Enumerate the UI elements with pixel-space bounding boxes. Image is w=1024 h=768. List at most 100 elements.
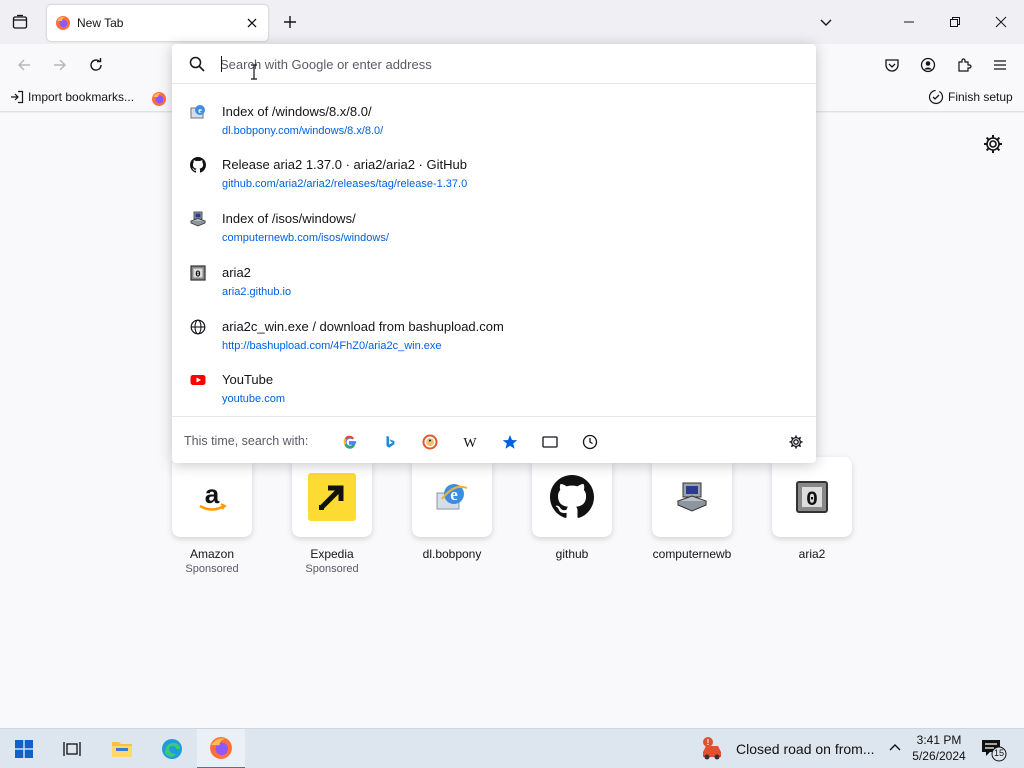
- back-button[interactable]: [12, 53, 36, 77]
- account-icon: [920, 57, 936, 73]
- forward-button[interactable]: [48, 53, 72, 77]
- svg-text:e: e: [198, 106, 202, 115]
- urlbar-result[interactable]: e Index of /windows/8.x/8.0/ dl.bobpony.…: [172, 98, 816, 150]
- urlbar-result[interactable]: aria2c_win.exe / download from bashuploa…: [172, 313, 816, 365]
- topsite-tile[interactable]: [652, 457, 732, 537]
- urlbar-result[interactable]: Index of /isos/windows/ computernewb.com…: [172, 205, 816, 257]
- result-url: dl.bobpony.com/windows/8.x/8.0/: [222, 125, 384, 137]
- reload-button[interactable]: [84, 53, 108, 77]
- folder-icon: [112, 742, 132, 757]
- chevron-down-icon: [820, 19, 832, 26]
- search-engine-bing[interactable]: [381, 433, 399, 451]
- show-hidden-icons-button[interactable]: [884, 737, 906, 759]
- tab-title: New Tab: [77, 16, 124, 30]
- close-window-button[interactable]: [978, 0, 1024, 44]
- app-menu-button[interactable]: [988, 53, 1012, 77]
- topsite-github[interactable]: github: [532, 457, 612, 561]
- start-button[interactable]: [0, 729, 48, 768]
- star-icon: [502, 435, 518, 449]
- pocket-icon: [885, 59, 899, 72]
- svg-text:0: 0: [806, 489, 818, 512]
- clock-time: 3:41 PM: [916, 733, 962, 747]
- search-tabs-button[interactable]: [541, 433, 559, 451]
- search-engine-google[interactable]: [341, 433, 359, 451]
- expedia-icon: [308, 473, 356, 521]
- edge-icon: [162, 739, 182, 759]
- check-circle-icon: [928, 89, 944, 105]
- topsite-label: aria2: [798, 547, 826, 561]
- firefox-taskbar-button[interactable]: [197, 729, 245, 768]
- result-url: github.com/aria2/aria2/releases/tag/rele…: [222, 178, 468, 190]
- urlbar-input-row: [172, 44, 816, 84]
- gear-icon[interactable]: [982, 133, 1004, 155]
- result-title: aria2c_win.exe / download from bashuploa…: [222, 319, 504, 334]
- topsite-label: Amazon: [189, 547, 235, 561]
- text-cursor-icon: [251, 64, 257, 80]
- firefox-icon[interactable]: [151, 91, 167, 107]
- search-engine-duckduckgo[interactable]: [421, 433, 439, 451]
- github-icon: [550, 475, 594, 518]
- import-bookmarks-label: Import bookmarks...: [28, 90, 135, 104]
- file-explorer-button[interactable]: [98, 729, 146, 768]
- list-all-tabs-button[interactable]: [814, 10, 838, 34]
- firefox-icon: [210, 737, 232, 759]
- finish-setup-button[interactable]: Finish setup: [928, 89, 1013, 105]
- news-widget[interactable]: ! Closed road on from...: [700, 729, 875, 768]
- traffic-alert-icon: !: [703, 737, 721, 760]
- plus-icon: [284, 16, 296, 28]
- topsite-tile[interactable]: e: [412, 457, 492, 537]
- topsite-computernewb[interactable]: computernewb: [652, 457, 732, 561]
- notification-count: 15: [993, 748, 1004, 758]
- topsite-aria2[interactable]: 0 aria2: [772, 457, 852, 561]
- restore-button[interactable]: [932, 0, 978, 44]
- topsite-dl-bobpony[interactable]: e dl.bobpony: [412, 457, 492, 561]
- edge-button[interactable]: [148, 729, 196, 768]
- account-button[interactable]: [916, 53, 940, 77]
- urlbar-popup: e Index of /windows/8.x/8.0/ dl.bobpony.…: [172, 44, 816, 463]
- clock-icon: [582, 434, 598, 450]
- topsite-tile[interactable]: [292, 457, 372, 537]
- computernewb-icon: [190, 211, 206, 227]
- urlbar-result[interactable]: Release aria2 1.37.0 · aria2/aria2 · Git…: [172, 151, 816, 203]
- topsite-label: Expedia: [310, 547, 354, 561]
- youtube-icon: [190, 375, 206, 385]
- tab-new-tab[interactable]: New Tab: [47, 5, 268, 41]
- result-url: computernewb.com/isos/windows/: [222, 232, 389, 244]
- result-title: Index of /windows/8.x/8.0/: [222, 104, 372, 119]
- new-tab-button[interactable]: [278, 10, 302, 34]
- svg-text:0: 0: [195, 270, 200, 280]
- firefox-view-icon: [12, 14, 28, 29]
- search-history-button[interactable]: [581, 433, 599, 451]
- pocket-button[interactable]: [880, 53, 904, 77]
- minimize-button[interactable]: [886, 0, 932, 44]
- svg-text:W: W: [463, 436, 477, 450]
- firefox-view-button[interactable]: [6, 10, 34, 34]
- urlbar-input[interactable]: [220, 54, 780, 74]
- result-url: aria2.github.io: [222, 286, 292, 298]
- urlbar-result[interactable]: YouTube youtube.com: [172, 366, 816, 418]
- clock[interactable]: 3:41 PM 5/26/2024: [908, 732, 970, 764]
- text-caret: [221, 56, 222, 72]
- globe-icon: [190, 319, 206, 335]
- aria2-icon: 0: [190, 265, 206, 281]
- finish-setup-label: Finish setup: [948, 90, 1013, 104]
- aria2-icon: 0: [796, 481, 828, 513]
- topsite-expedia[interactable]: Expedia Sponsored: [292, 457, 372, 575]
- restore-icon: [950, 17, 960, 27]
- topsite-amazon[interactable]: a Amazon Sponsored: [172, 457, 252, 575]
- import-bookmarks-button[interactable]: Import bookmarks...: [10, 90, 134, 104]
- action-center-button[interactable]: 15: [980, 737, 1008, 763]
- topsite-tile[interactable]: 0: [772, 457, 852, 537]
- topsite-tile[interactable]: a: [172, 457, 252, 537]
- search-bookmarks-button[interactable]: [501, 433, 519, 451]
- close-tab-button[interactable]: [240, 11, 264, 35]
- extensions-button[interactable]: [952, 53, 976, 77]
- google-icon: [343, 435, 357, 449]
- topsite-tile[interactable]: [532, 457, 612, 537]
- search-settings-button[interactable]: [787, 433, 805, 451]
- topsite-label: dl.bobpony: [422, 547, 482, 561]
- urlbar-result[interactable]: 0 aria2 aria2.github.io: [172, 259, 816, 311]
- task-view-button[interactable]: [48, 729, 96, 768]
- search-engine-wikipedia[interactable]: W: [461, 433, 479, 451]
- one-off-search-label: This time, search with:: [184, 434, 309, 448]
